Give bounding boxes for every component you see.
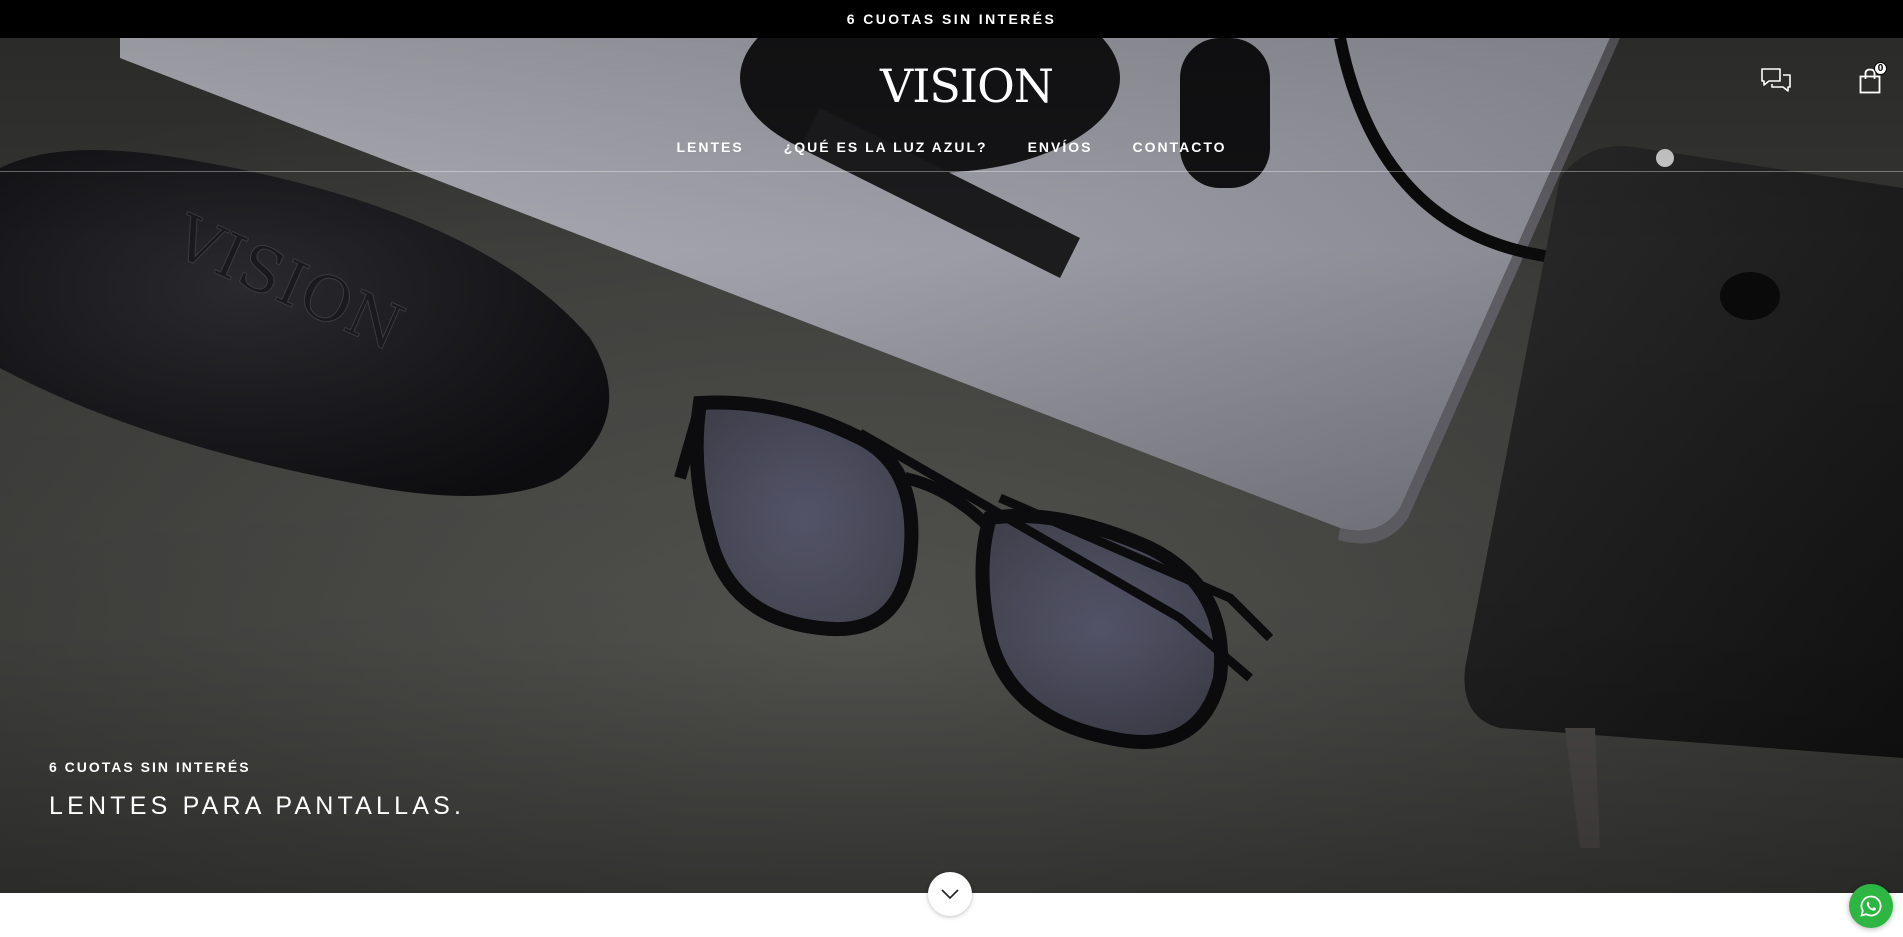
main-nav: LENTES ¿QUÉ ES LA LUZ AZUL? ENVÍOS CONTA… <box>0 134 1903 160</box>
chevron-down-icon <box>941 889 959 900</box>
whatsapp-button[interactable] <box>1849 884 1893 928</box>
nav-item-contacto[interactable]: CONTACTO <box>1132 134 1226 160</box>
cart-button[interactable]: 0 <box>1853 62 1887 98</box>
whatsapp-icon <box>1860 895 1882 917</box>
site-header: VISION LENTES ¿QUÉ ES LA LUZ AZUL? ENVÍO… <box>0 38 1903 172</box>
site-logo[interactable]: VISION <box>880 62 1054 110</box>
scroll-down-button[interactable] <box>928 872 972 916</box>
nav-item-envios[interactable]: ENVÍOS <box>1028 134 1093 160</box>
announcement-text: 6 CUOTAS SIN INTERÉS <box>846 11 1057 27</box>
cart-count-badge: 0 <box>1874 62 1887 75</box>
nav-item-luz-azul[interactable]: ¿QUÉ ES LA LUZ AZUL? <box>784 134 988 160</box>
hero-title: LENTES PARA PANTALLAS. <box>49 792 466 820</box>
nav-item-lentes[interactable]: LENTES <box>676 134 743 160</box>
announcement-bar: 6 CUOTAS SIN INTERÉS <box>0 0 1903 38</box>
hero-kicker: 6 CUOTAS SIN INTERÉS <box>49 759 251 775</box>
chat-button[interactable] <box>1759 64 1793 98</box>
chat-bubbles-icon <box>1761 68 1791 92</box>
